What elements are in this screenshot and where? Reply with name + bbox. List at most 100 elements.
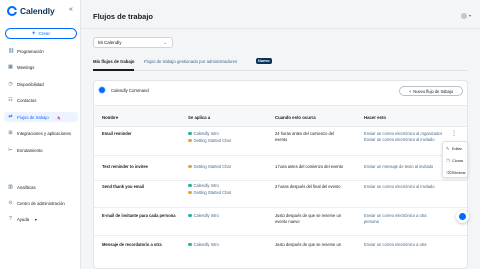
new-workflow-button[interactable]: + Nuevo flujo de trabajo — [399, 86, 463, 96]
workflow-name[interactable]: Send thank you email — [102, 184, 144, 190]
menu-item-delete[interactable]: ⌫ Eliminar — [443, 167, 467, 178]
actions: Enviar un mensaje de texto al invitado — [364, 164, 434, 169]
trash-icon: ⌫ — [446, 170, 452, 175]
trigger-text: 2 horas después del final del evento — [275, 184, 341, 189]
workflow-icon: ⇄ — [8, 113, 13, 120]
orange-dot-icon — [188, 190, 192, 195]
workflow-name[interactable]: E-mail de invitante para cada persona — [102, 213, 187, 219]
tabs: Mis flujos de trabajo Flujos de trabajo … — [93, 56, 468, 71]
sidebar-item-disponibilidad[interactable]: ◷ Disponibilidad — [4, 79, 78, 89]
table-row[interactable]: E-mail de invitante para cada persona Ca… — [94, 208, 467, 236]
event-type-tag: Calendly Intro — [188, 212, 219, 219]
mouse-cursor-icon — [57, 115, 62, 122]
apps-icon: ⊞ — [8, 130, 13, 137]
sidebar-item-label: Contactos — [17, 98, 37, 104]
avatar[interactable] — [461, 13, 467, 19]
sidebar-item-programacion[interactable]: ⛓ Programación — [4, 46, 78, 56]
menu-item-label: Editar — [452, 146, 462, 151]
contacts-icon: ☷ — [8, 97, 13, 104]
main-content: Flujos de trabajo ▾ Mi Calendly ⌄ Mis fl… — [81, 0, 480, 269]
table-header: Nombre Se aplica a Cuando esto ocurra Ha… — [94, 105, 467, 127]
app-window: Calendly « + Crear ⛓ Programación ▦ Meet… — [0, 0, 480, 269]
trigger-text: 1 hora antes del comienzo del evento — [275, 164, 344, 169]
plus-icon: + — [31, 30, 36, 37]
table-row[interactable]: Email reminder Calendly Intro Getting St… — [94, 128, 467, 156]
sidebar-bottom-nav: ▥ Analíticas ⊙ Centro de administración … — [4, 182, 78, 231]
workflow-name[interactable]: Email reminder — [102, 131, 132, 137]
workspace-header: Calendly Command + Nuevo flujo de trabaj… — [94, 81, 467, 101]
chat-icon — [459, 213, 466, 220]
applies-to: Calendly Intro — [188, 212, 219, 219]
organization-select[interactable]: Mi Calendly ⌄ — [93, 37, 173, 48]
workflow-name[interactable]: Mensaje de recordatorio a otra — [102, 242, 187, 248]
collapse-sidebar-icon[interactable]: « — [69, 6, 73, 13]
workspace-name: Calendly Command — [111, 87, 149, 93]
orange-dot-icon — [188, 138, 192, 143]
sidebar-item-label: Analíticas — [17, 184, 36, 190]
clock-icon: ◷ — [8, 80, 13, 87]
sidebar-item-label: Ayuda — [17, 217, 30, 223]
workflows-card: Calendly Command + Nuevo flujo de trabaj… — [93, 80, 468, 269]
calendly-logo[interactable]: Calendly — [7, 6, 55, 16]
sidebar-item-enrutamiento[interactable]: ⊢ Enrutamiento — [4, 146, 78, 156]
event-type-tag: Getting Started Chat — [188, 189, 231, 196]
actions: Enviar un correo electrónico a otra pers… — [364, 213, 427, 224]
sidebar-item-integraciones[interactable]: ⊞ Integraciones y aplicaciones — [4, 129, 78, 139]
teal-dot-icon — [188, 131, 192, 136]
chevron-down-icon: ▼ — [34, 217, 38, 222]
sidebar-item-centro-admin[interactable]: ⊙ Centro de administración — [4, 198, 78, 208]
chevron-down-icon[interactable]: ▾ — [469, 13, 471, 18]
sidebar-item-label: Integraciones y aplicaciones — [17, 131, 71, 137]
admin-icon: ⊙ — [8, 199, 13, 206]
new-badge: Nuevo — [256, 58, 272, 64]
link-icon: ⛓ — [8, 47, 15, 54]
row-context-menu: ✎ Editar ❐ Clonar ⌫ Eliminar — [442, 141, 468, 178]
event-type-tag: Calendly Intro — [188, 182, 231, 189]
plus-icon: + — [408, 88, 412, 94]
sidebar-item-meetings[interactable]: ▦ Meetings — [4, 63, 78, 73]
workflow-name[interactable]: Text reminder to invitee — [102, 164, 148, 170]
table-row[interactable]: Send thank you email Calendly Intro Gett… — [94, 181, 467, 208]
active-tab-indicator — [93, 69, 134, 71]
teal-dot-icon — [188, 183, 192, 188]
workspace-avatar-icon — [98, 86, 106, 94]
column-header: Cuando esto ocurra — [275, 115, 316, 120]
sidebar-item-flujos-de-trabajo[interactable]: ⇄ Flujos de trabajo — [4, 112, 78, 123]
event-type-tag: Getting Started Chat — [188, 163, 231, 170]
header-divider — [81, 28, 480, 29]
sidebar-item-ayuda[interactable]: ? Ayuda ▼ — [4, 215, 78, 225]
menu-item-label: Clonar — [452, 158, 464, 163]
applies-to: Getting Started Chat — [188, 163, 231, 170]
sidebar-item-label: Meetings — [17, 65, 35, 71]
tab-mis-flujos[interactable]: Mis flujos de trabajo — [93, 59, 135, 64]
menu-item-label: Eliminar — [452, 170, 466, 175]
calendar-icon: ▦ — [8, 64, 13, 71]
teal-dot-icon — [188, 242, 192, 247]
sidebar-nav: ⛓ Programación ▦ Meetings ◷ Disponibilid… — [4, 46, 78, 162]
applies-to: Calendly Intro — [188, 241, 219, 248]
actions: Enviar un correo electrónico a otra — [364, 242, 427, 247]
routing-icon: ⊢ — [8, 147, 13, 154]
trigger-text: Justo después de que se reserve un — [275, 242, 341, 247]
sidebar-item-analiticas[interactable]: ▥ Analíticas — [4, 182, 78, 192]
trigger-text: Justo después de que se reserve un event… — [275, 213, 341, 224]
sidebar-item-label: Programación — [17, 48, 44, 54]
orange-dot-icon — [188, 164, 192, 169]
create-button[interactable]: + Crear — [5, 28, 77, 39]
table-row[interactable]: Mensaje de recordatorio a otra Calendly … — [94, 236, 467, 268]
applies-to: Calendly Intro Getting Started Chat — [188, 182, 231, 196]
actions: Enviar un correo electrónico al invitado — [364, 184, 435, 189]
table-row[interactable]: Text reminder to invitee Getting Started… — [94, 157, 467, 181]
menu-item-clone[interactable]: ❐ Clonar — [443, 155, 467, 166]
menu-item-edit[interactable]: ✎ Editar — [443, 143, 467, 154]
help-chat-button[interactable] — [456, 210, 469, 223]
pencil-icon: ✎ — [446, 146, 450, 151]
sidebar-item-label: Disponibilidad — [17, 81, 44, 87]
logo-text: Calendly — [20, 6, 55, 16]
help-icon: ? — [9, 216, 12, 223]
tab-flujos-administradores[interactable]: Flujos de trabajo gestionado por adminis… — [144, 59, 237, 64]
sidebar-item-contactos[interactable]: ☷ Contactos — [4, 96, 78, 106]
column-header: Hacer esto — [364, 115, 386, 120]
more-options-icon[interactable]: ⋮ — [451, 131, 457, 137]
actions: Enviar un correo electrónico al organiza… — [364, 131, 443, 142]
